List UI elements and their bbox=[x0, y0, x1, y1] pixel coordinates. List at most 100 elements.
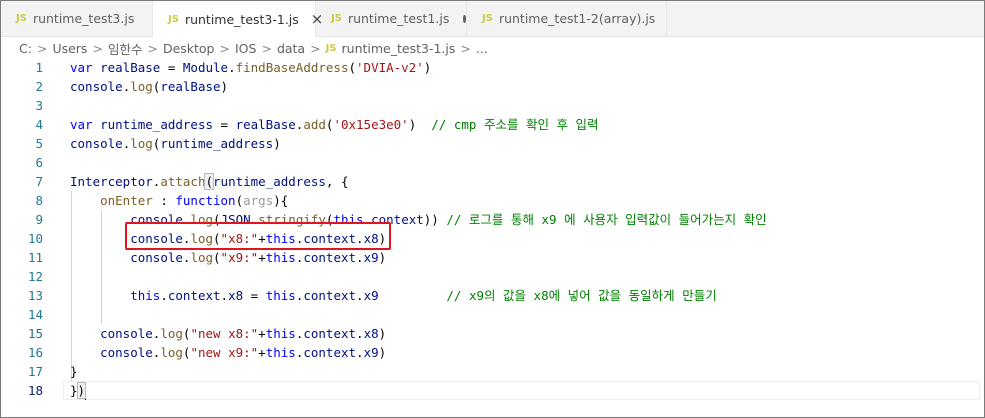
tab-runtime-test3[interactable]: JS runtime_test3.js bbox=[1, 1, 153, 36]
breadcrumb-file[interactable]: runtime_test3-1.js bbox=[342, 41, 456, 56]
chevron-right-icon: > bbox=[92, 40, 103, 56]
line-number: 7 bbox=[35, 174, 43, 189]
code-line[interactable]: 12 bbox=[1, 267, 984, 286]
punctuation-token: ){ bbox=[273, 193, 289, 208]
js-file-icon: JS bbox=[325, 42, 337, 54]
code-line[interactable]: 16 console.log("new x9:"+this.context.x9… bbox=[1, 343, 984, 362]
identifier-token: console bbox=[70, 136, 123, 151]
breadcrumb-item[interactable]: C: bbox=[19, 41, 32, 56]
line-number: 14 bbox=[27, 307, 43, 322]
function-token: attach bbox=[160, 174, 206, 189]
identifier-token: console bbox=[130, 250, 183, 265]
punctuation-token: , { bbox=[325, 174, 349, 189]
matched-bracket: ) bbox=[76, 382, 87, 399]
code-line[interactable]: 4 var runtime_address = realBase.add('0x1… bbox=[1, 115, 984, 134]
punctuation-token bbox=[70, 212, 130, 227]
code-line[interactable]: 17} bbox=[1, 362, 984, 381]
identifier-token: x8 bbox=[363, 326, 379, 341]
function-token: log bbox=[130, 136, 153, 151]
chevron-right-icon: > bbox=[261, 40, 272, 56]
punctuation-token: ) bbox=[378, 326, 387, 341]
chevron-right-icon: > bbox=[219, 40, 230, 56]
punctuation-token: ( bbox=[235, 193, 244, 208]
punctuation-token bbox=[70, 193, 100, 208]
breadcrumb-item[interactable]: data bbox=[277, 41, 305, 56]
function-token: log bbox=[130, 79, 153, 94]
tab-runtime-test3-1[interactable]: JS runtime_test3-1.js × bbox=[153, 1, 323, 37]
tab-runtime-test1[interactable]: JS runtime_test1.js bbox=[316, 1, 467, 36]
code-text: console.log(realBase) bbox=[70, 77, 228, 96]
punctuation-token: ( bbox=[348, 60, 357, 75]
comment-token: // x9의 값을 x8에 넣어 값을 동일하게 만들기 bbox=[446, 288, 717, 303]
punctuation-token bbox=[70, 326, 100, 341]
line-number: 6 bbox=[35, 155, 43, 170]
code-line[interactable]: 11 console.log("x9:"+this.context.x9) bbox=[1, 248, 984, 267]
code-line[interactable]: 18}) bbox=[1, 381, 984, 400]
punctuation-token bbox=[379, 288, 447, 303]
identifier-token: context bbox=[303, 345, 357, 360]
identifier-token: realBase bbox=[160, 79, 221, 94]
js-file-icon: JS bbox=[168, 13, 179, 25]
string-token: 'DVIA-v2' bbox=[356, 60, 424, 75]
line-number: 13 bbox=[27, 288, 43, 303]
parameter-token: args bbox=[243, 193, 274, 208]
keyword-token: this bbox=[265, 250, 296, 265]
identifier-token: runtime_address bbox=[100, 117, 213, 132]
breadcrumb-item[interactable]: 임한수 bbox=[108, 39, 143, 58]
identifier-token: Module bbox=[182, 60, 229, 75]
string-token: '0x15e3e0' bbox=[333, 117, 409, 132]
code-line[interactable]: 14 bbox=[1, 305, 984, 324]
identifier-token: x9 bbox=[363, 288, 379, 303]
comment-token: // cmp 주소를 확인 후 입력 bbox=[431, 117, 599, 132]
code-line[interactable]: 1 var realBase = Module.findBaseAddress('… bbox=[1, 58, 984, 77]
line-number: 16 bbox=[27, 345, 43, 360]
breadcrumb-item[interactable]: Desktop bbox=[163, 41, 215, 56]
breadcrumb-symbols[interactable]: ... bbox=[476, 41, 488, 56]
code-text: console.log("x9:"+this.context.x9) bbox=[70, 248, 386, 267]
breadcrumb-item[interactable]: Users bbox=[52, 41, 87, 56]
punctuation-token: ( bbox=[213, 250, 221, 265]
function-token: log bbox=[160, 326, 183, 341]
identifier-token: context bbox=[303, 250, 357, 265]
unsaved-dot-icon[interactable] bbox=[463, 14, 466, 23]
string-token: "new x8:" bbox=[190, 326, 259, 341]
chevron-right-icon: > bbox=[36, 40, 48, 56]
code-line[interactable]: 5 console.log(runtime_address) bbox=[1, 134, 984, 153]
js-file-icon: JS bbox=[331, 13, 342, 24]
line-number: 4 bbox=[35, 117, 43, 132]
code-line[interactable]: 8 onEnter : function(args){ bbox=[1, 191, 984, 210]
identifier-token: console bbox=[100, 326, 153, 341]
code-line[interactable]: 3 bbox=[1, 96, 984, 115]
punctuation-token bbox=[70, 345, 100, 360]
line-number: 12 bbox=[27, 269, 43, 284]
punctuation-token: ) bbox=[423, 60, 432, 75]
chevron-right-icon: > bbox=[460, 40, 471, 56]
punctuation-token: ) bbox=[408, 117, 432, 132]
punctuation-token bbox=[70, 231, 130, 246]
code-line[interactable]: 15 console.log("new x8:"+this.context.x8… bbox=[1, 324, 984, 343]
code-text: console.log("new x9:"+this.context.x9) bbox=[70, 343, 386, 362]
keyword-token: this bbox=[265, 288, 296, 303]
code-text: this.context.x8 = this.context.x9 // x9의… bbox=[70, 286, 717, 305]
punctuation-token: + bbox=[258, 250, 266, 265]
punctuation-token: ) bbox=[378, 345, 387, 360]
code-line[interactable]: 7 Interceptor.attach(runtime_address, { bbox=[1, 172, 984, 191]
identifier-token: Interceptor bbox=[70, 174, 153, 189]
tab-runtime-test1-2-array[interactable]: JS runtime_test1-2(array).js bbox=[467, 1, 667, 36]
breadcrumb-item[interactable]: IOS bbox=[235, 41, 256, 56]
line-number: 2 bbox=[35, 79, 43, 94]
code-line[interactable]: 13 this.context.x8 = this.context.x9 // … bbox=[1, 286, 984, 305]
string-token: "new x9:" bbox=[190, 345, 259, 360]
js-file-icon: JS bbox=[16, 13, 27, 24]
punctuation-token: = bbox=[160, 60, 183, 75]
punctuation-token: } bbox=[70, 383, 78, 398]
identifier-token: context bbox=[303, 326, 357, 341]
line-number: 11 bbox=[27, 250, 43, 265]
code-line[interactable]: 6 bbox=[1, 153, 984, 172]
keyword-token: var bbox=[70, 117, 93, 132]
chevron-right-icon: > bbox=[310, 40, 321, 56]
code-line[interactable]: 2 console.log(realBase) bbox=[1, 77, 984, 96]
function-token: onEnter bbox=[100, 193, 153, 208]
function-token: findBaseAddress bbox=[235, 60, 349, 75]
line-number: 3 bbox=[35, 98, 43, 113]
